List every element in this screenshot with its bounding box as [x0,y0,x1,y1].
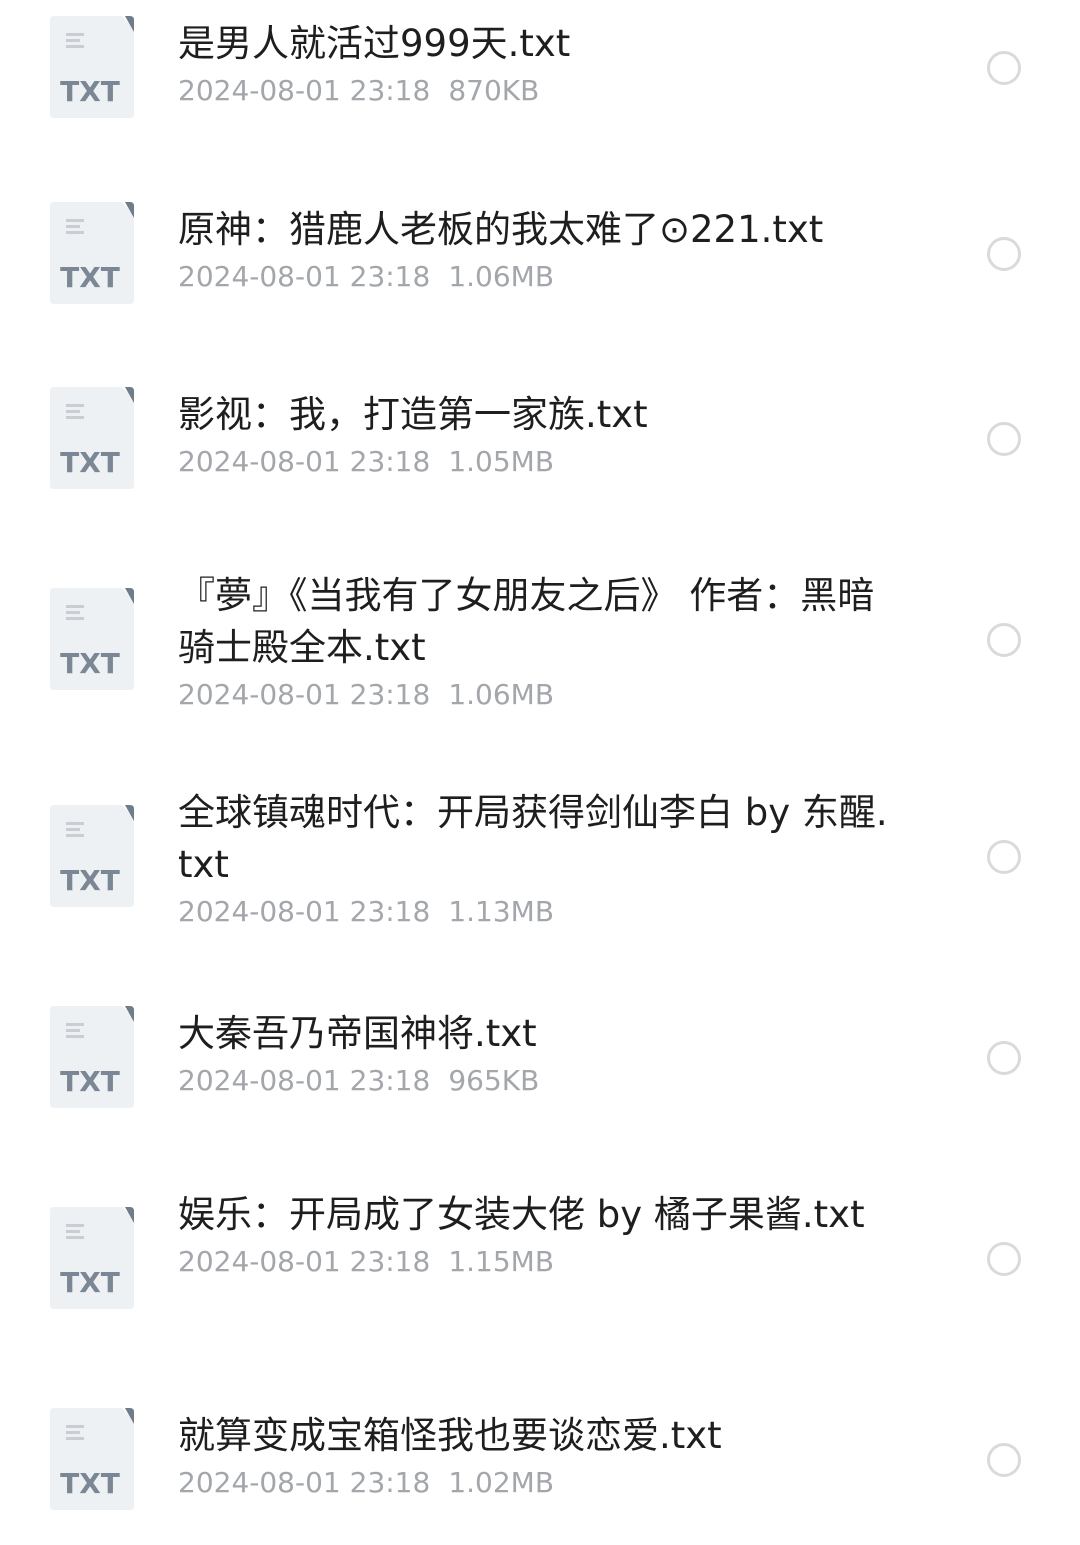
select-radio[interactable] [987,623,1021,657]
txt-label: TXT [60,864,120,897]
txt-file-icon: TXT [50,588,134,690]
file-meta: 2024-08-01 23:18 1.13MB [178,892,890,932]
file-meta: 2024-08-01 23:18 1.06MB [178,675,890,715]
file-name: 娱乐：开局成了女装大佬 by 橘子果酱.txt [178,1193,865,1236]
file-name: 大秦吾乃帝国神将.txt [178,1012,537,1055]
select-radio[interactable] [987,237,1021,271]
txt-file-icon: TXT [50,16,134,118]
file-date: 2024-08-01 23:18 [178,1245,431,1278]
select-radio[interactable] [987,840,1021,874]
file-size: 870KB [448,74,540,107]
file-date: 2024-08-01 23:18 [178,445,431,478]
file-date: 2024-08-01 23:18 [178,1466,431,1499]
txt-label: TXT [60,1065,120,1098]
file-name: 影视：我，打造第一家族.txt [178,393,648,436]
file-text: 娱乐：开局成了女装大佬 by 橘子果酱.txt 2024-08-01 23:18… [178,1189,890,1282]
file-meta: 2024-08-01 23:18 870KB [178,71,890,111]
file-size: 1.06MB [448,260,555,293]
file-name: 全球镇魂时代：开局获得剑仙李白 by 东醒.txt [178,791,888,886]
file-size: 965KB [448,1064,540,1097]
file-text: 大秦吾乃帝国神将.txt 2024-08-01 23:18 965KB [178,1008,890,1101]
file-text: 全球镇魂时代：开局获得剑仙李白 by 东醒.txt 2024-08-01 23:… [178,787,890,932]
txt-file-icon: TXT [50,1207,134,1309]
file-date: 2024-08-01 23:18 [178,1064,431,1097]
txt-label: TXT [60,647,120,680]
file-text: 是男人就活过999天.txt 2024-08-01 23:18 870KB [178,18,890,111]
file-text: 原神：猎鹿人老板的我太难了⊙221.txt 2024-08-01 23:18 1.… [178,204,890,297]
file-date: 2024-08-01 23:18 [178,678,431,711]
txt-file-icon: TXT [50,387,134,489]
file-name: 原神：猎鹿人老板的我太难了⊙221.txt [178,208,824,251]
file-text: 就算变成宝箱怪我也要谈恋爱.txt 2024-08-01 23:18 1.02MB [178,1410,890,1503]
file-date: 2024-08-01 23:18 [178,74,431,107]
txt-file-icon: TXT [50,805,134,907]
txt-file-icon: TXT [50,1006,134,1108]
file-text: 『夢』《当我有了女朋友之后》 作者：黑暗骑士殿全本.txt 2024-08-01… [178,570,890,715]
txt-label: TXT [60,261,120,294]
file-list: TXT 是男人就活过999天.txt 2024-08-01 23:18 870KB… [0,0,1080,1545]
txt-label: TXT [60,1266,120,1299]
file-text: 影视：我，打造第一家族.txt 2024-08-01 23:18 1.05MB [178,389,890,482]
txt-label: TXT [60,1467,120,1500]
file-size: 1.05MB [448,445,555,478]
txt-file-icon: TXT [50,202,134,304]
txt-label: TXT [60,446,120,479]
file-date: 2024-08-01 23:18 [178,895,431,928]
txt-file-icon: TXT [50,1408,134,1510]
file-size: 1.02MB [448,1466,555,1499]
file-name: 是男人就活过999天.txt [178,22,571,65]
file-meta: 2024-08-01 23:18 1.02MB [178,1463,890,1503]
file-size: 1.13MB [448,895,555,928]
file-name: 就算变成宝箱怪我也要谈恋爱.txt [178,1414,722,1457]
file-meta: 2024-08-01 23:18 1.15MB [178,1242,890,1282]
file-date: 2024-08-01 23:18 [178,260,431,293]
file-meta: 2024-08-01 23:18 1.06MB [178,257,890,297]
file-size: 1.06MB [448,678,555,711]
select-radio[interactable] [987,1041,1021,1075]
file-meta: 2024-08-01 23:18 965KB [178,1061,890,1101]
file-size: 1.15MB [448,1245,555,1278]
txt-label: TXT [60,75,120,108]
select-radio[interactable] [987,422,1021,456]
select-radio[interactable] [987,1242,1021,1276]
file-name: 『夢』《当我有了女朋友之后》 作者：黑暗骑士殿全本.txt [178,574,875,669]
select-radio[interactable] [987,51,1021,85]
file-meta: 2024-08-01 23:18 1.05MB [178,442,890,482]
select-radio[interactable] [987,1443,1021,1477]
